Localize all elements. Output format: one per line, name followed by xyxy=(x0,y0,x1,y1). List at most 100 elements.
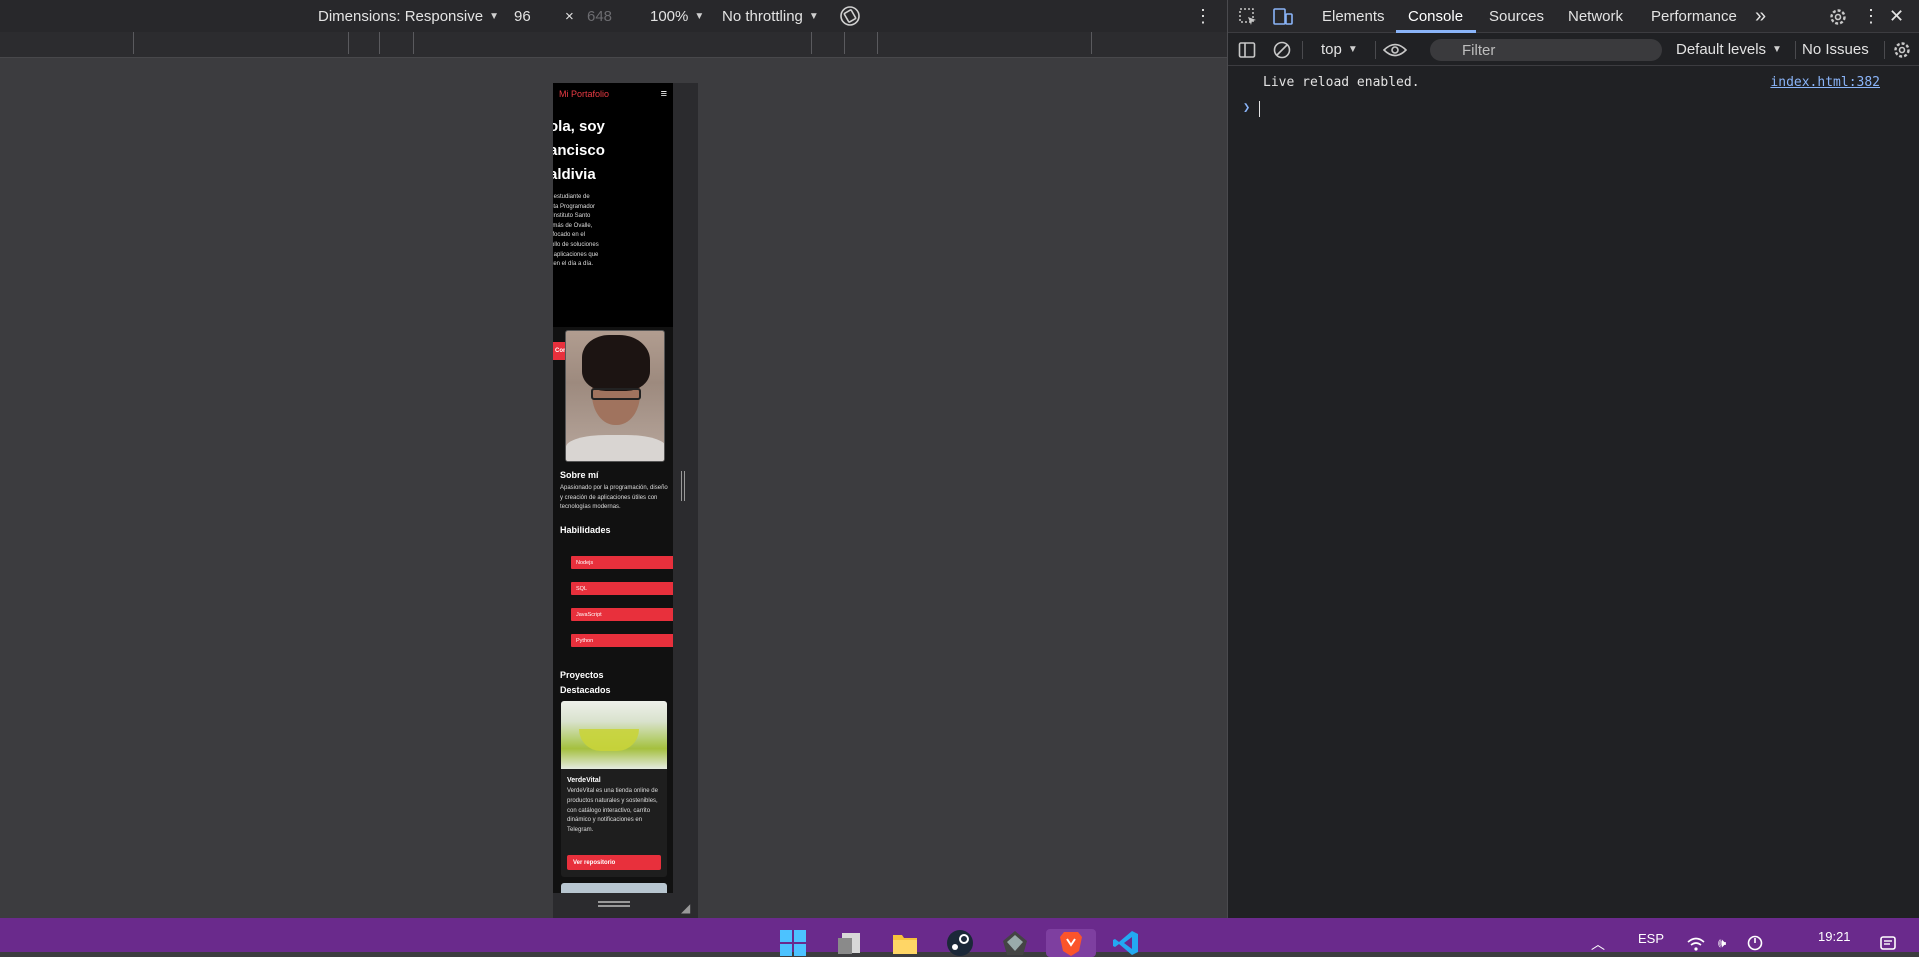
kebab-menu-icon[interactable]: ⋮ xyxy=(1862,0,1880,33)
ruler-tick xyxy=(348,32,349,54)
wifi-icon[interactable] xyxy=(1687,937,1705,951)
more-tabs-glyph: » xyxy=(1755,5,1767,27)
project-description: VerdeVital es una tienda online de produ… xyxy=(567,788,658,834)
toolbar-divider xyxy=(1884,41,1885,59)
corner-resize-icon[interactable]: ◢ xyxy=(681,901,690,915)
live-expression-eye-icon[interactable] xyxy=(1383,33,1407,66)
page-viewport[interactable]: Mi Portafolio ≡ ola, soy ancisco aldivia… xyxy=(553,83,673,893)
skill-bar: Python xyxy=(571,634,673,647)
tab-label: Sources xyxy=(1489,8,1545,25)
toolbar-divider xyxy=(1302,41,1303,59)
show-hidden-icons-icon[interactable]: ︿ xyxy=(1591,934,1605,954)
app-icon[interactable] xyxy=(1001,929,1029,957)
chevron-down-icon: ▼ xyxy=(489,10,499,22)
ruler-tick xyxy=(811,32,812,54)
issues-label: No Issues xyxy=(1802,41,1869,58)
width-input[interactable]: 96 xyxy=(514,0,531,32)
emulated-device: Mi Portafolio ≡ ola, soy ancisco aldivia… xyxy=(553,83,698,919)
dimensions-label: Dimensions: Responsive xyxy=(318,7,484,25)
device-toggle-icon[interactable] xyxy=(1272,0,1294,33)
media-query-ruler xyxy=(0,32,1227,58)
throttling-dropdown[interactable]: No throttling ▼ xyxy=(722,0,819,32)
tab-label: Console xyxy=(1408,8,1464,25)
zoom-dropdown[interactable]: 100% ▼ xyxy=(650,0,704,32)
language-indicator[interactable]: ESP xyxy=(1638,931,1664,946)
skill-label: Python xyxy=(576,637,594,644)
context-selector[interactable]: top ▼ xyxy=(1321,33,1358,66)
chevron-down-icon: ▼ xyxy=(694,10,705,22)
dimensions-dropdown[interactable]: Dimensions: Responsive ▼ xyxy=(318,0,499,32)
close-icon[interactable]: ✕ xyxy=(1889,0,1904,33)
tab-console[interactable]: Console xyxy=(1408,0,1463,33)
ruler-tick xyxy=(379,32,380,54)
height-placeholder: 648 xyxy=(587,7,613,25)
device-toolbar: Dimensions: Responsive ▼ 96 × 648 100% ▼… xyxy=(0,0,1227,32)
right-resize-handle[interactable] xyxy=(681,471,685,501)
devtools-panel: Elements Console Sources Network Perform… xyxy=(1227,0,1919,918)
brave-browser-icon[interactable] xyxy=(1046,929,1096,957)
task-view-icon[interactable] xyxy=(836,929,864,957)
more-options-icon[interactable]: ⋮ xyxy=(1194,0,1212,32)
tab-elements[interactable]: Elements xyxy=(1322,0,1385,33)
rotate-icon[interactable] xyxy=(839,0,861,32)
file-explorer-icon[interactable] xyxy=(891,929,919,957)
ruler-tick xyxy=(877,32,878,54)
site-navbar: Mi Portafolio ≡ xyxy=(553,83,673,105)
repository-button[interactable]: Ver repositorio xyxy=(567,855,661,870)
console-input-cursor[interactable] xyxy=(1259,101,1260,117)
project-image xyxy=(561,701,667,769)
battery-icon[interactable] xyxy=(1747,935,1763,951)
console-source-link[interactable]: index.html:382 xyxy=(1770,75,1880,90)
skill-label: SQL xyxy=(576,585,588,592)
swap-dimensions-icon[interactable]: × xyxy=(565,0,574,32)
about-text: Apasionado por la programación, diseño y… xyxy=(560,485,668,511)
chevron-down-icon: ▼ xyxy=(1772,44,1782,55)
skill-bar: JavaScript xyxy=(571,608,673,621)
steam-icon[interactable] xyxy=(946,929,974,957)
vscode-icon[interactable] xyxy=(1112,929,1140,957)
tab-label: Performance xyxy=(1651,8,1737,25)
repository-button-label: Ver repositorio xyxy=(573,859,616,866)
log-levels-label: Default levels xyxy=(1676,41,1767,58)
console-toolbar: top ▼ ⏷ Default levels ▼ No Issues xyxy=(1228,33,1919,66)
volume-icon[interactable]: 🕪 xyxy=(1718,935,1726,951)
skill-label: Nodejs xyxy=(576,559,594,566)
clear-console-icon[interactable] xyxy=(1273,33,1291,66)
skill-bar: SQL xyxy=(571,582,673,595)
times-symbol: × xyxy=(565,7,574,25)
log-levels-dropdown[interactable]: Default levels ▼ xyxy=(1676,33,1782,66)
bottom-resize-handle[interactable] xyxy=(598,901,630,907)
ruler-tick xyxy=(1091,32,1092,54)
tab-network[interactable]: Network xyxy=(1568,0,1623,33)
tab-label: Elements xyxy=(1322,8,1385,25)
filter-input[interactable] xyxy=(1430,39,1662,61)
skill-bar: Nodejs xyxy=(571,556,673,569)
hamburger-menu-icon[interactable]: ≡ xyxy=(661,88,667,100)
skills-list: Nodejs SQL JavaScript Python xyxy=(571,556,673,660)
context-label: top xyxy=(1321,41,1342,58)
hero-title: ola, soy ancisco aldivia xyxy=(553,118,605,183)
tab-sources[interactable]: Sources xyxy=(1489,0,1544,33)
windows-start-icon[interactable] xyxy=(779,929,807,957)
issues-counter[interactable]: No Issues xyxy=(1802,33,1869,66)
project-card: VerdeVital VerdeVital es una tienda onli… xyxy=(561,701,667,877)
hero-section: ola, soy ancisco aldivia y estudiante de… xyxy=(553,105,673,327)
chevron-down-icon: ▼ xyxy=(808,10,819,22)
toolbar-divider xyxy=(1375,41,1376,59)
more-tabs-icon[interactable]: » xyxy=(1755,0,1766,33)
about-title: Sobre mí xyxy=(560,470,599,480)
skills-title: Habilidades xyxy=(560,525,611,535)
console-settings-gear-icon[interactable] xyxy=(1892,33,1912,66)
sidebar-toggle-icon[interactable] xyxy=(1238,33,1256,66)
notifications-icon[interactable] xyxy=(1880,935,1896,951)
settings-gear-icon[interactable] xyxy=(1828,0,1848,33)
clock-time[interactable]: 19:21 xyxy=(1818,929,1851,944)
tab-performance[interactable]: Performance xyxy=(1651,0,1737,33)
skill-label: JavaScript xyxy=(576,611,602,618)
next-project-card xyxy=(561,883,667,893)
inspect-element-icon[interactable] xyxy=(1238,0,1258,33)
ruler-tick xyxy=(413,32,414,54)
height-input[interactable]: 648 xyxy=(587,0,612,32)
site-brand[interactable]: Mi Portafolio xyxy=(559,89,609,99)
projects-title: Proyectos Destacados xyxy=(560,670,611,695)
